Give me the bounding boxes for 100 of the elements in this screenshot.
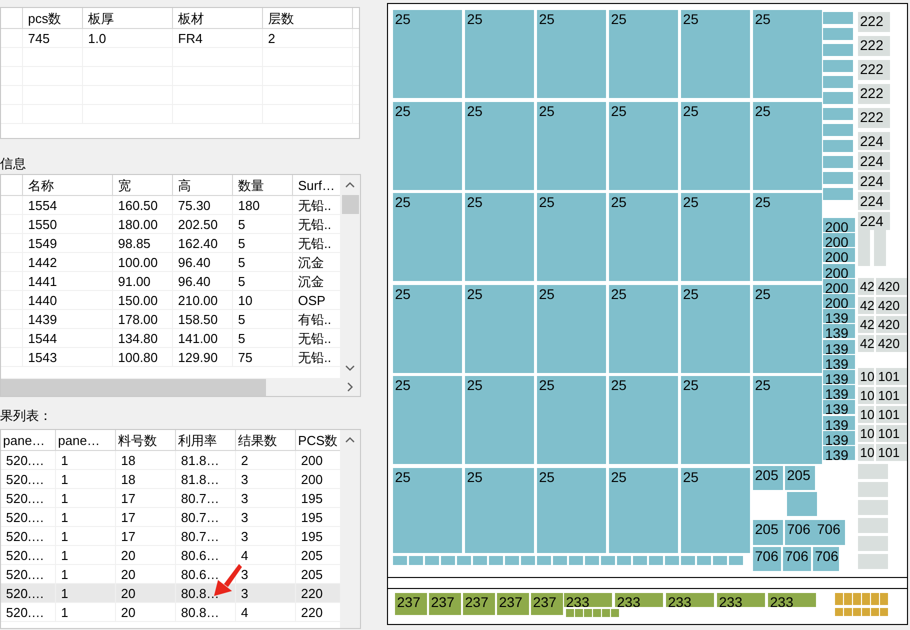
column-header[interactable]: 料号数 [116,430,176,450]
column-header[interactable]: pane… [56,430,116,450]
part-piece [457,556,471,565]
scrollbar[interactable] [340,430,360,628]
table-cell: 1 [56,546,116,564]
table-row[interactable]: 520.… 1 20 80.6… 3 205 [1,565,340,584]
table-cell: 129.90 [173,348,233,366]
part-piece: 25 [753,102,822,190]
part-piece: 10 [858,444,874,461]
table-cell: 17 [116,489,176,507]
part-piece: 420 [876,278,907,295]
scroll-right-icon[interactable] [347,382,353,392]
table-row[interactable]: 520.… 1 17 80.7… 3 195 [1,489,340,508]
table-row[interactable]: 520.… 1 20 80.8… 3 220 [1,584,340,603]
part-piece: 25 [681,10,750,98]
column-header[interactable]: 板厚 [83,8,173,28]
table-cell: 520.… [1,527,56,545]
column-header[interactable]: 数量 [233,175,293,195]
table-row[interactable]: 520.… 1 17 80.7… 3 195 [1,508,340,527]
table-cell: 100.80 [113,348,173,366]
column-header[interactable]: pcs数 [23,8,83,28]
table-cell: 520.… [1,565,56,583]
column-header[interactable]: 高 [173,175,233,195]
column-header[interactable]: 层数 [263,8,353,28]
part-piece [537,556,551,565]
part-piece: 10 [858,425,874,442]
table-cell: 2 [263,29,353,47]
table-cell: 1439 [23,310,113,328]
part-piece: 200 [823,278,855,293]
table-cell: 4 [236,546,296,564]
part-piece [601,556,615,565]
table-cell: 75 [233,348,293,366]
part-piece [729,556,743,565]
scroll-up-icon[interactable] [345,182,355,188]
scrollbar[interactable] [1,378,360,396]
column-header[interactable]: pane… [1,430,56,450]
part-piece [823,60,853,72]
table-cell: 3 [236,508,296,526]
part-piece: 101 [876,368,907,385]
table-cell: 1 [56,565,116,583]
part-piece: 200 [823,218,855,232]
part-piece [823,140,853,152]
scroll-up-icon[interactable] [345,437,355,443]
part-piece [393,556,407,565]
table-cell: 80.7… [176,508,236,526]
column-header[interactable]: 板材 [173,8,263,28]
part-piece: 222 [858,12,890,32]
part-piece: 139 [823,309,855,324]
part-piece: 233 [768,593,816,607]
part-piece: 25 [609,193,678,281]
scroll-down-icon[interactable] [345,365,355,371]
table-cell: 1 [56,489,116,507]
scrollbar[interactable] [340,175,360,378]
part-piece: 706 [753,547,781,571]
part-piece: 200 [823,233,855,248]
column-header[interactable]: 利用率 [176,430,236,450]
table-cell: 17 [116,508,176,526]
part-piece: 224 [858,192,890,210]
part-piece: 139 [823,416,855,430]
column-header[interactable]: 名称 [23,175,113,195]
part-piece [649,556,663,565]
column-header[interactable]: 结果数 [236,430,296,450]
scroll-thumb[interactable] [1,378,266,396]
table-row[interactable]: 520.… 1 18 81.8… 3 200 [1,470,340,489]
table-cell: 1543 [23,348,113,366]
part-piece: 139 [823,370,855,384]
table-cell: 1554 [23,196,113,214]
scroll-thumb[interactable] [342,195,358,214]
part-piece: 706 [785,520,815,545]
part-piece [665,556,679,565]
table-cell: 20 [116,565,176,583]
table-cell: 18 [116,470,176,488]
table-cell: 91.00 [113,272,173,290]
column-header[interactable]: 宽 [113,175,173,195]
part-piece: 237 [531,593,563,615]
part-piece: 420 [876,297,907,314]
part-piece: 205 [753,520,783,545]
table-cell: 1440 [23,291,113,309]
part-piece: 237 [463,593,495,615]
table-cell: FR4 [173,29,263,47]
part-piece [858,482,888,497]
table-row[interactable]: 520.… 1 20 80.6… 4 205 [1,546,340,565]
table-row[interactable]: 520.… 1 18 81.8… 2 200 [1,451,340,470]
table-cell: 10 [233,291,293,309]
part-piece [569,556,583,565]
part-piece: 139 [823,400,855,414]
part-piece: 25 [393,193,462,281]
table-cell: 150.00 [113,291,173,309]
part-piece: 25 [393,10,462,98]
part-piece: 420 [876,335,907,352]
table-cell: 81.8… [176,451,236,469]
part-piece: 233 [666,593,714,607]
table-row[interactable]: 520.… 1 17 80.7… 3 195 [1,527,340,546]
table-cell: 210.00 [173,291,233,309]
part-piece: 233 [615,593,663,607]
part-piece: 25 [393,468,462,552]
table-cell: 98.85 [113,234,173,252]
table-row[interactable]: 520.… 1 20 80.8… 4 220 [1,603,340,622]
part-piece: 25 [393,376,462,464]
part-piece [553,556,567,565]
